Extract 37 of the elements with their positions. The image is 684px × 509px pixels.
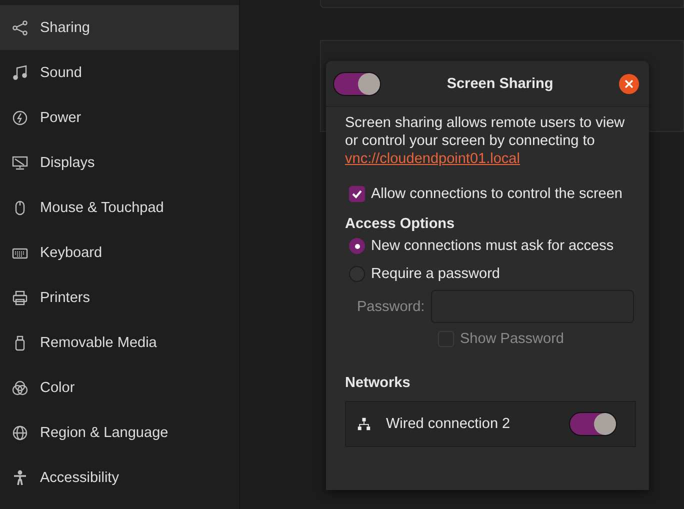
sidebar-item[interactable]: Region & Language (0, 410, 239, 455)
password-label: Password: (357, 298, 425, 314)
network-icon (357, 417, 371, 431)
checkbox-label: Allow connections to control the screen (371, 186, 622, 202)
description-text: Screen sharing allows remote users to view or control your screen by connecting to vnc://cloudendpoint01.local (345, 114, 626, 168)
checkbox-label: Show Password (460, 331, 564, 347)
sidebar-item[interactable]: Accessibility (0, 455, 239, 500)
power-icon (12, 110, 28, 126)
music-note-icon (12, 64, 28, 80)
sidebar-item[interactable]: Mouse & Touchpad (0, 185, 239, 230)
sidebar-item[interactable]: Color (0, 365, 239, 410)
checkbox[interactable] (349, 186, 365, 202)
dialog-title: Screen Sharing (446, 76, 554, 92)
printer-icon (12, 290, 28, 306)
toggle-switch[interactable] (569, 412, 617, 436)
radio-button[interactable] (349, 266, 365, 282)
person-icon (12, 470, 28, 486)
color-circles-icon (12, 380, 28, 396)
close-icon[interactable] (619, 74, 639, 94)
sidebar-item[interactable]: Printers (0, 275, 239, 320)
sidebar-item[interactable]: Removable Media (0, 320, 239, 365)
network-name: Wired connection 2 (386, 416, 512, 432)
sidebar-item[interactable]: Sound (0, 50, 239, 95)
toggle-switch[interactable] (333, 72, 381, 96)
sidebar-item[interactable]: Power (0, 95, 239, 140)
section-heading: Access Options (345, 216, 456, 232)
section-heading: Networks (345, 375, 412, 391)
sidebar-item[interactable]: Sharing (0, 5, 239, 50)
radio-button[interactable] (349, 238, 365, 254)
sidebar-item[interactable]: Displays (0, 140, 239, 185)
globe-icon (12, 424, 28, 440)
radio-label: New connections must ask for access (371, 238, 614, 254)
sidebar-item[interactable]: Keyboard (0, 230, 239, 275)
share-icon (12, 20, 28, 36)
monitor-icon (12, 154, 28, 170)
vnc-link[interactable]: vnc://cloudendpoint01.local (345, 151, 520, 167)
radio-label: Require a password (371, 266, 500, 282)
